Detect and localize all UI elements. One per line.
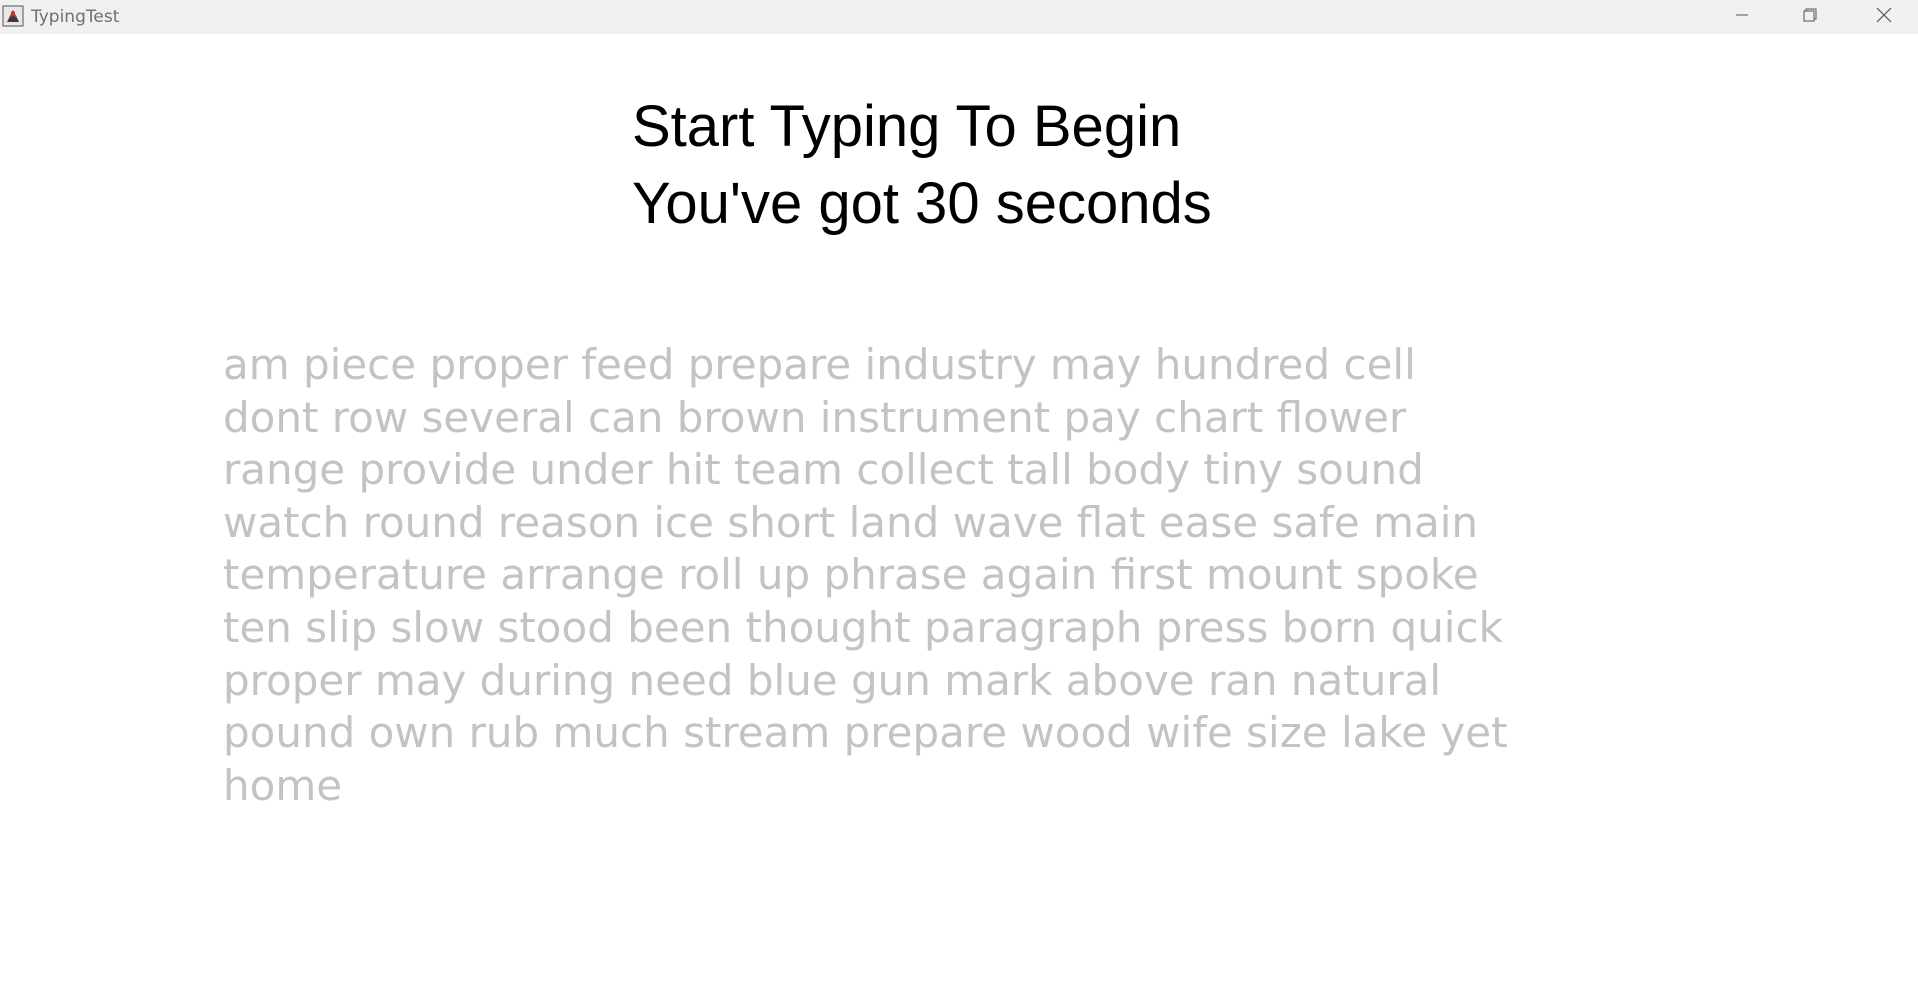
word-line: ten slip slow stood been thought paragra… (223, 602, 1503, 652)
maximize-button[interactable] (1776, 0, 1844, 34)
java-app-icon (2, 5, 24, 27)
word-line: temperature arrange roll up phrase again… (223, 550, 1479, 600)
title-bar[interactable]: TypingTest (0, 0, 1918, 34)
word-line: am piece proper feed prepare industry ma… (223, 340, 1416, 389)
close-button[interactable] (1850, 0, 1918, 34)
word-line: dont row several can brown instrument pa… (223, 392, 1407, 442)
instruction-heading: Start Typing To Begin (632, 94, 1182, 159)
restore-icon (1802, 7, 1818, 28)
word-line: pound own rub much stream prepare wood w… (223, 708, 1508, 758)
typing-text-area[interactable]: am piece proper feed prepare industry ma… (223, 339, 1703, 812)
window-title: TypingTest (31, 7, 120, 27)
word-line: watch round reason ice short land wave f… (223, 497, 1478, 547)
time-limit-heading: You've got 30 seconds (632, 171, 1212, 236)
typing-test-window: TypingTest Start Typing To Begin You've … (0, 0, 1918, 1003)
word-line: home (223, 760, 343, 810)
close-icon (1875, 6, 1893, 29)
minimize-button[interactable] (1708, 0, 1776, 34)
minimize-icon (1734, 7, 1750, 28)
word-line: range provide under hit team collect tal… (223, 445, 1424, 495)
word-line: proper may during need blue gun mark abo… (223, 655, 1442, 705)
